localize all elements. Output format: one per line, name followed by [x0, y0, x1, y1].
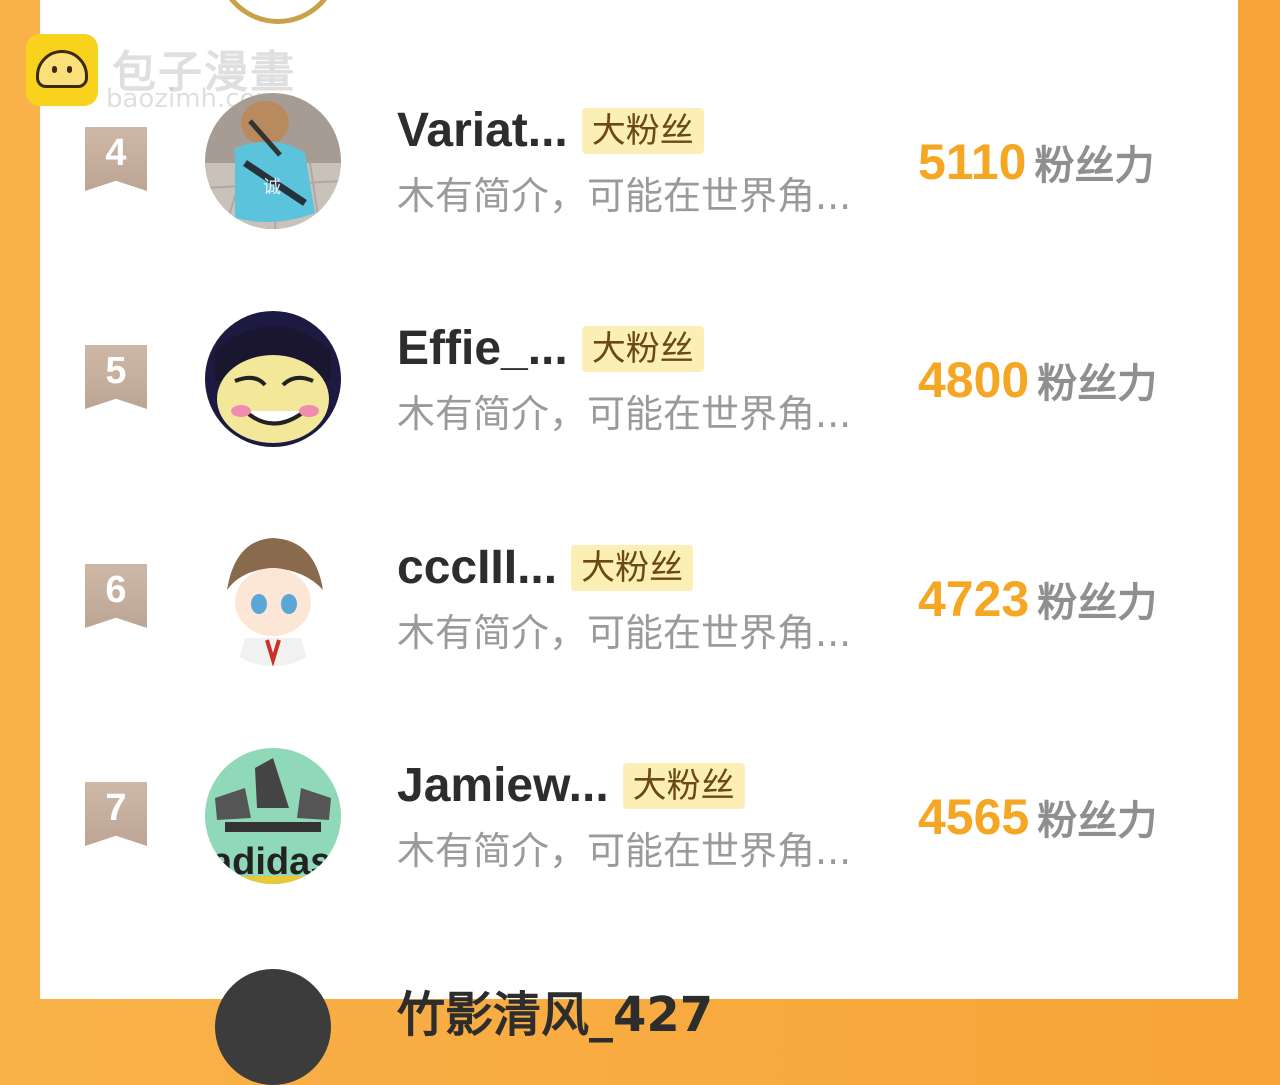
- rank-ribbon: 7: [85, 782, 147, 846]
- fan-power-value: 4565: [918, 789, 1030, 845]
- fan-level-badge: 大粉丝: [571, 544, 694, 591]
- user-name[interactable]: Variat...: [397, 103, 568, 158]
- fan-power-unit: 粉丝力: [1037, 580, 1158, 626]
- svg-text:诚: 诚: [263, 177, 281, 198]
- user-name[interactable]: 竹影清风_427: [397, 975, 713, 1045]
- user-name[interactable]: Jamiew...: [397, 758, 609, 813]
- fan-power-value: 5110: [918, 134, 1027, 190]
- user-bio: 木有简介，可能在世界角...: [397, 392, 852, 436]
- fan-row[interactable]: 4 诚 Variat... 大粉丝 木有简介，可能在世界角... 5110 粉丝力: [40, 93, 1238, 253]
- rank-ribbon: 4: [85, 127, 147, 191]
- user-name[interactable]: Effie_...: [397, 321, 568, 376]
- rank-ribbon: 5: [85, 345, 147, 409]
- user-avatar[interactable]: [215, 969, 331, 1085]
- user-bio: 木有简介，可能在世界角...: [397, 829, 852, 873]
- fan-power-unit: 粉丝力: [1037, 798, 1158, 844]
- user-avatar[interactable]: [205, 530, 341, 666]
- user-avatar[interactable]: adidas: [205, 748, 341, 884]
- fan-power-unit: 粉丝力: [1037, 361, 1158, 407]
- fan-level-badge: 大粉丝: [581, 325, 704, 372]
- rank-ribbon: 6: [85, 564, 147, 628]
- fan-row[interactable]: 5 Effie_... 大粉丝 木有简介，可能在世界角... 4800 粉丝力: [40, 311, 1238, 471]
- fan-power: 4800 粉丝力: [918, 351, 1157, 409]
- fan-row-partial[interactable]: 竹影清风_427: [40, 965, 1238, 1085]
- fan-power: 5110 粉丝力: [918, 133, 1154, 191]
- fan-row[interactable]: 6 cccIII... 大粉丝 木有简介，可能在世界角... 4723 粉丝力: [40, 530, 1238, 690]
- user-name[interactable]: cccIII...: [397, 540, 557, 595]
- fan-power: 4723 粉丝力: [918, 570, 1157, 628]
- fan-power: 4565 粉丝力: [918, 788, 1157, 846]
- fan-power-value: 4800: [918, 352, 1030, 408]
- fan-power-value: 4723: [918, 571, 1030, 627]
- user-avatar[interactable]: [205, 311, 341, 447]
- fan-level-badge: 大粉丝: [581, 107, 704, 154]
- user-bio: 木有简介，可能在世界角...: [397, 174, 852, 218]
- fan-power-unit: 粉丝力: [1034, 143, 1155, 189]
- user-avatar[interactable]: 诚: [205, 93, 341, 229]
- user-bio: 木有简介，可能在世界角...: [397, 611, 852, 655]
- fan-row[interactable]: 7 adidas Jamiew... 大粉丝 木有简介，可能在世界角... 456…: [40, 748, 1238, 908]
- fan-level-badge: 大粉丝: [622, 762, 745, 809]
